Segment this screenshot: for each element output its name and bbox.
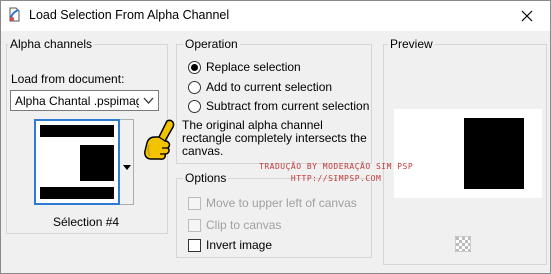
document-select-value: Alpha Chantal .pspimage bbox=[15, 94, 139, 108]
chevron-down-icon bbox=[143, 95, 154, 109]
radio-button[interactable] bbox=[188, 80, 201, 94]
watermark-line-2: HTTP://SIMPSP.COM bbox=[290, 174, 382, 183]
options-title: Options bbox=[183, 171, 229, 185]
close-button[interactable] bbox=[504, 1, 550, 31]
check-invert-image[interactable]: Invert image bbox=[188, 238, 272, 252]
thumbnail-dropdown-button[interactable] bbox=[120, 119, 134, 205]
radio-button[interactable] bbox=[188, 99, 201, 113]
radio-label: Replace selection bbox=[206, 60, 301, 74]
operation-description: The original alpha channel rectangle com… bbox=[182, 118, 367, 158]
radio-subtract-selection[interactable]: Subtract from current selection bbox=[188, 99, 369, 113]
close-icon bbox=[521, 10, 533, 22]
checkerboard-zoom-icon[interactable] bbox=[454, 235, 472, 253]
alpha-channels-title: Alpha channels bbox=[8, 37, 95, 51]
checkbox-label: Invert image bbox=[206, 238, 273, 252]
dropdown-triangle-icon bbox=[123, 160, 131, 174]
check-clip-canvas[interactable]: Clip to canvas bbox=[188, 218, 281, 232]
document-select[interactable]: Alpha Chantal .pspimage bbox=[10, 90, 159, 111]
checkbox[interactable] bbox=[188, 238, 201, 252]
radio-button[interactable] bbox=[188, 60, 201, 74]
load-from-label: Load from document: bbox=[11, 72, 125, 86]
pointing-hand-icon bbox=[137, 117, 179, 165]
radio-replace-selection[interactable]: Replace selection bbox=[188, 60, 301, 74]
preview-title: Preview bbox=[388, 37, 435, 51]
checkbox[interactable] bbox=[188, 196, 201, 210]
checkbox-label: Clip to canvas bbox=[206, 218, 282, 232]
watermark-text: TRADUÇÃO BY MODERAÇÃO SIM PSP HTTP://SIM… bbox=[259, 161, 413, 185]
radio-label: Subtract from current selection bbox=[206, 99, 370, 113]
title-bar: Load Selection From Alpha Channel bbox=[1, 1, 550, 31]
thumbnail-image bbox=[40, 125, 114, 199]
window-title: Load Selection From Alpha Channel bbox=[29, 8, 230, 22]
alpha-channel-thumbnail[interactable] bbox=[34, 119, 120, 205]
dialog-window: Load Selection From Alpha Channel Alpha … bbox=[0, 0, 551, 274]
radio-add-selection[interactable]: Add to current selection bbox=[188, 80, 332, 94]
psp-app-icon bbox=[7, 7, 21, 23]
checkbox[interactable] bbox=[188, 218, 201, 232]
operation-title: Operation bbox=[183, 37, 240, 51]
selection-name: Sélection #4 bbox=[53, 215, 120, 229]
preview-image bbox=[394, 109, 542, 198]
preview-selection-rect bbox=[464, 118, 524, 189]
check-move-upper-left[interactable]: Move to upper left of canvas bbox=[188, 196, 357, 210]
checkbox-label: Move to upper left of canvas bbox=[206, 196, 357, 210]
radio-label: Add to current selection bbox=[206, 80, 333, 94]
watermark-line-1: TRADUÇÃO BY MODERAÇÃO SIM PSP bbox=[259, 162, 414, 171]
